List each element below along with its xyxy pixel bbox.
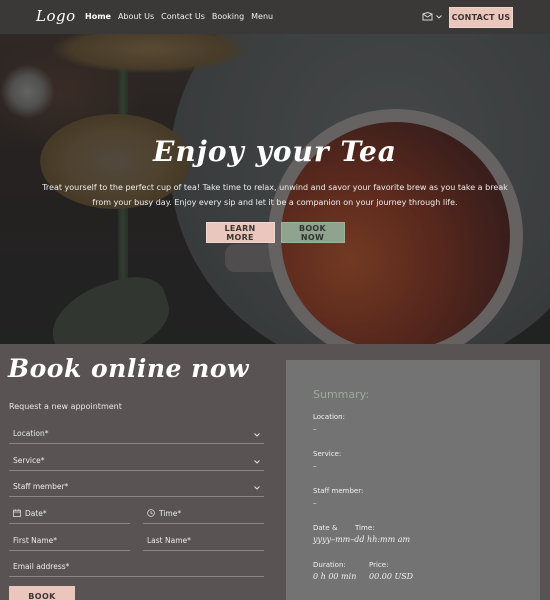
clock-icon <box>147 508 155 519</box>
nav-link-contact-us[interactable]: Contact Us <box>161 12 205 21</box>
last-name-input[interactable]: Last Name* <box>143 531 264 551</box>
nav-link-menu[interactable]: Menu <box>251 12 273 21</box>
service-select[interactable]: Service* <box>9 451 264 471</box>
time-input[interactable]: Time* <box>143 504 264 524</box>
summary-staff-value: – <box>313 499 317 507</box>
summary-staff-label: Staff member: <box>313 487 364 495</box>
booking-title: Book online now <box>8 354 250 383</box>
service-label: Service* <box>13 456 45 465</box>
summary-location-label: Location: <box>313 413 345 421</box>
booking-subtitle: Request a new appointment <box>9 402 122 411</box>
chevron-down-icon <box>254 483 260 492</box>
logo[interactable]: Logo <box>36 7 76 25</box>
summary-price-label: Price: <box>369 561 389 569</box>
last-name-label: Last Name* <box>147 536 191 545</box>
hero-content: Enjoy your Tea Treat yourself to the per… <box>0 130 550 243</box>
navbar: Logo Home About Us Contact Us Booking Me… <box>0 0 550 34</box>
summary-duration-label: Duration: <box>313 561 346 569</box>
summary-duration-value: 0 h 00 min <box>313 572 357 581</box>
summary-datetime-value: yyyy–mm–dd hh:mm am <box>313 535 411 544</box>
email-label: Email address* <box>13 562 70 571</box>
message-dropdown[interactable] <box>422 12 442 21</box>
summary-panel: Summary: Location: – Service: – Staff me… <box>286 360 540 600</box>
nav-link-booking[interactable]: Booking <box>212 12 244 21</box>
nav-link-home[interactable]: Home <box>85 12 111 21</box>
chevron-down-icon <box>254 430 260 439</box>
date-field-content: Date* <box>9 508 47 519</box>
hero-text: Treat yourself to the perfect cup of tea… <box>42 183 508 207</box>
summary-date-label: Date & <box>313 524 338 532</box>
location-label: Location* <box>13 429 49 438</box>
envelope-icon <box>422 12 433 21</box>
booking-form: Book online now Request a new appointmen… <box>0 344 285 600</box>
summary-time-label: Time: <box>355 524 375 532</box>
summary-service-label: Service: <box>313 450 342 458</box>
first-name-label: First Name* <box>13 536 58 545</box>
staff-member-label: Staff member* <box>13 482 69 491</box>
hero-section: Enjoy your Tea Treat yourself to the per… <box>0 34 550 344</box>
time-field-content: Time* <box>143 508 182 519</box>
contact-us-button[interactable]: CONTACT US <box>449 7 513 28</box>
date-label: Date* <box>25 509 47 518</box>
location-select[interactable]: Location* <box>9 424 264 444</box>
chevron-down-icon <box>254 457 260 466</box>
hero-buttons: LEARN MORE BOOK NOW <box>0 222 550 243</box>
book-button[interactable]: BOOK <box>9 586 75 600</box>
first-name-input[interactable]: First Name* <box>9 531 130 551</box>
date-input[interactable]: Date* <box>9 504 130 524</box>
chevron-down-icon <box>436 14 442 19</box>
email-input[interactable]: Email address* <box>9 557 264 577</box>
book-now-button[interactable]: BOOK NOW <box>280 222 345 243</box>
time-label: Time* <box>159 509 182 518</box>
calendar-icon <box>13 508 21 519</box>
summary-price-value: 00.00 USD <box>369 572 414 581</box>
nav-link-about-us[interactable]: About Us <box>118 12 154 21</box>
summary-location-value: – <box>313 425 317 433</box>
hero-title: Enjoy your Tea <box>153 135 397 168</box>
nav-links: Home About Us Contact Us Booking Menu <box>85 12 280 21</box>
learn-more-button[interactable]: LEARN MORE <box>205 222 275 243</box>
staff-member-select[interactable]: Staff member* <box>9 477 264 497</box>
summary-service-value: – <box>313 462 317 470</box>
summary-title: Summary: <box>313 388 370 401</box>
